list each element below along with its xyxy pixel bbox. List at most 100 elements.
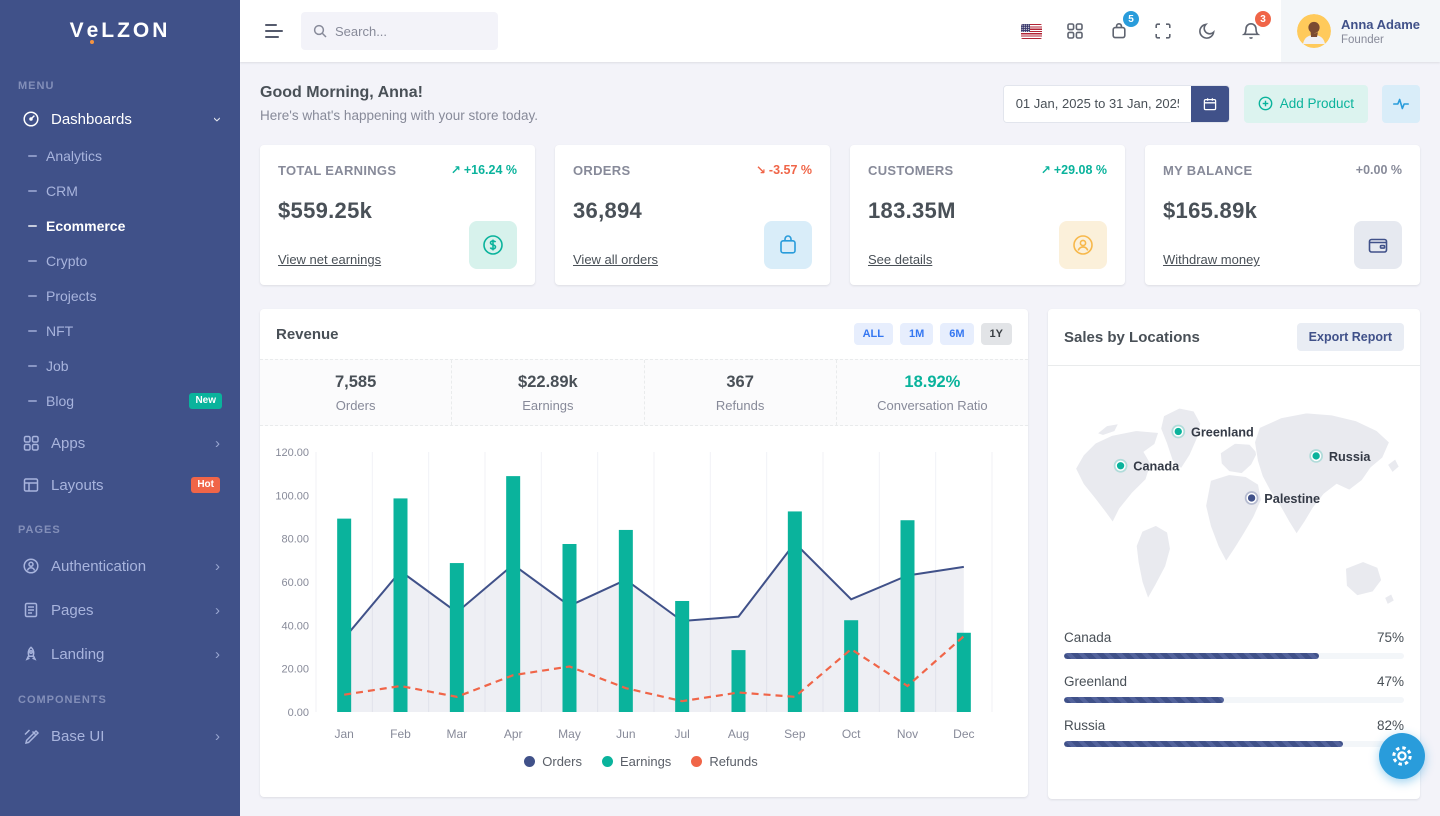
hamburger-menu-icon[interactable] [265,24,283,38]
dark-mode-button[interactable] [1185,9,1229,53]
svg-text:Jan: Jan [334,727,353,741]
svg-text:Sep: Sep [784,727,806,741]
revenue-title: Revenue [276,326,339,343]
chevron-right-icon: › [215,728,220,745]
sidebar-item-blog[interactable]: Blog New [0,383,240,418]
plus-circle-icon [1258,96,1273,111]
legend-label: Earnings [620,754,671,769]
revenue-stat-earnings: $22.89k Earnings [452,360,644,425]
chevron-right-icon: › [215,558,220,575]
brand-logo[interactable]: VeLZON [0,0,240,62]
add-product-button[interactable]: Add Product [1244,85,1368,123]
location-row-greenland: Greenland 47% [1064,674,1404,703]
trend-down-icon [756,163,766,177]
sidebar-item-base-ui[interactable]: Base UI › [0,714,240,758]
export-report-button[interactable]: Export Report [1297,323,1404,351]
apps-grid-button[interactable] [1053,9,1097,53]
progress-fill [1064,741,1343,747]
legend-orders[interactable]: Orders [524,754,582,769]
sidebar-item-analytics[interactable]: Analytics [0,138,240,173]
revenue-stat-orders: 7,585 Orders [260,360,452,425]
locations-list: Canada 75% Greenland 47% [1048,624,1420,747]
sub-label: Projects [46,288,97,304]
sidebar-item-crypto[interactable]: Crypto [0,243,240,278]
calendar-button[interactable] [1191,86,1229,122]
stat-delta: +29.08 % [1041,163,1107,177]
dash-bullet-icon [28,295,37,297]
sidebar-item-label: Layouts [51,477,180,494]
trend-up-icon [1041,163,1051,177]
avatar [1297,14,1331,48]
fullscreen-button[interactable] [1141,9,1185,53]
legend-refunds[interactable]: Refunds [691,754,757,769]
activity-button[interactable] [1382,85,1420,123]
user-name: Anna Adame [1341,17,1420,32]
legend-earnings[interactable]: Earnings [602,754,671,769]
sub-label: Job [46,358,69,374]
sub-label: Analytics [46,148,102,164]
cart-button[interactable]: 5 [1097,9,1141,53]
svg-text:Apr: Apr [504,727,523,741]
filter-6m-button[interactable]: 6M [940,323,973,345]
stat-iconbox [469,221,517,269]
file-list-icon [22,601,40,619]
see-details-link[interactable]: See details [868,252,932,267]
progress-fill [1064,653,1319,659]
app-root: VeLZON MENU Dashboards › Analytics CRM E… [0,0,1440,816]
user-profile-menu[interactable]: Anna Adame Founder [1281,0,1440,62]
view-all-orders-link[interactable]: View all orders [573,252,658,267]
date-range-picker [1003,85,1230,123]
new-badge: New [189,393,222,409]
filter-1y-button[interactable]: 1Y [981,323,1012,345]
sidebar-item-layouts[interactable]: Layouts Hot [0,464,240,506]
map-label-greenland: Greenland [1191,424,1254,439]
sidebar-item-dashboards[interactable]: Dashboards › [0,100,240,138]
sidebar-item-crm[interactable]: CRM [0,173,240,208]
search-input[interactable] [301,12,498,50]
language-flag-button[interactable] [1009,9,1053,53]
progress-track [1064,697,1404,703]
svg-text:80.00: 80.00 [281,534,309,546]
sidebar-item-authentication[interactable]: Authentication › [0,544,240,588]
stat-cards-row: TOTAL EARNINGS +16.24 % $559.25k View ne… [260,145,1420,285]
map-label-palestine: Palestine [1264,491,1320,506]
date-range-input[interactable] [1004,86,1191,122]
location-name: Canada [1064,630,1111,645]
sidebar-item-job[interactable]: Job [0,348,240,383]
sidebar-item-label: Base UI [51,728,204,745]
world-map: Greenland Canada Russia Palestine [1048,366,1420,624]
svg-text:Dec: Dec [953,727,974,741]
sidebar-item-pages[interactable]: Pages › [0,588,240,632]
stat-delta: +0.00 % [1356,163,1402,177]
map-label-russia: Russia [1329,449,1372,464]
settings-fab-button[interactable] [1379,733,1425,779]
revenue-filters: ALL 1M 6M 1Y [854,323,1012,345]
filter-1m-button[interactable]: 1M [900,323,933,345]
gauge-icon [22,110,40,128]
svg-text:Jul: Jul [674,727,689,741]
page-header: Good Morning, Anna! Here's what's happen… [260,84,1420,123]
sidebar-item-projects[interactable]: Projects [0,278,240,313]
sidebar-item-apps[interactable]: Apps › [0,422,240,464]
stat-iconbox [764,221,812,269]
filter-all-button[interactable]: ALL [854,323,893,345]
svg-text:20.00: 20.00 [281,664,309,676]
stat-iconbox [1059,221,1107,269]
location-name: Greenland [1064,674,1127,689]
gear-icon [1390,744,1414,768]
sidebar-item-nft[interactable]: NFT [0,313,240,348]
revenue-chart: 0.0020.0040.0060.0080.00100.00120.00JanF… [260,426,1028,769]
withdraw-money-link[interactable]: Withdraw money [1163,252,1260,267]
legend-dot-icon [524,756,535,767]
notifications-button[interactable]: 3 [1229,9,1273,53]
sidebar-item-ecommerce[interactable]: Ecommerce [0,208,240,243]
chevron-right-icon: › [215,646,220,663]
location-percent: 47% [1377,674,1404,689]
dash-bullet-icon [28,190,37,192]
svg-text:60.00: 60.00 [281,577,309,589]
location-row-canada: Canada 75% [1064,630,1404,659]
sidebar-heading-menu: MENU [0,62,240,100]
view-net-earnings-link[interactable]: View net earnings [278,252,381,267]
sidebar-item-landing[interactable]: Landing › [0,632,240,676]
stat-card-orders: ORDERS -3.57 % 36,894 View all orders [555,145,830,285]
